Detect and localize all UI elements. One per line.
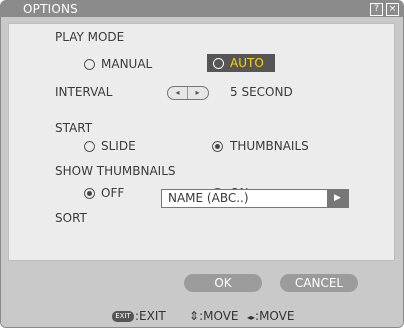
exit-key-icon: EXIT bbox=[112, 311, 134, 322]
title-bar: OPTIONS ? × bbox=[1, 1, 403, 17]
close-button[interactable]: × bbox=[386, 3, 399, 16]
interval-stepper[interactable]: ◂ ▸ bbox=[167, 86, 209, 100]
leftright-arrow-icon: ◂▸ bbox=[247, 313, 256, 322]
exit-hint-text: :EXIT bbox=[135, 309, 166, 323]
manual-label: MANUAL bbox=[101, 57, 153, 71]
interval-decrease-icon[interactable]: ◂ bbox=[168, 87, 188, 99]
interval-increase-icon[interactable]: ▸ bbox=[188, 87, 207, 99]
off-radio[interactable] bbox=[84, 188, 95, 199]
sort-label: SORT bbox=[55, 211, 87, 225]
interval-value: 5 SECOND bbox=[230, 85, 293, 99]
updown-arrow-icon: ⇕ bbox=[189, 309, 200, 323]
help-button[interactable]: ? bbox=[370, 3, 383, 16]
status-bar: EXIT:EXIT ⇕:MOVE ◂▸:MOVE bbox=[1, 305, 403, 327]
thumbnails-radio[interactable] bbox=[212, 141, 223, 152]
start-label: START bbox=[55, 121, 93, 135]
slide-radio[interactable] bbox=[84, 141, 95, 152]
manual-radio[interactable] bbox=[84, 59, 95, 70]
play-mode-auto-option[interactable]: AUTO bbox=[207, 54, 275, 72]
move-vertical-hint: ⇕:MOVE bbox=[189, 309, 238, 323]
sort-value: NAME (ABC..) bbox=[168, 191, 249, 205]
sort-select[interactable]: NAME (ABC..) ▶ bbox=[161, 189, 349, 208]
play-mode-label: PLAY MODE bbox=[55, 30, 125, 44]
window-title: OPTIONS bbox=[23, 2, 78, 16]
auto-radio[interactable] bbox=[213, 58, 224, 69]
auto-label: AUTO bbox=[230, 56, 264, 70]
move-vertical-text: :MOVE bbox=[199, 309, 239, 323]
slide-label: SLIDE bbox=[101, 139, 136, 153]
exit-hint: EXIT:EXIT bbox=[112, 309, 166, 323]
cancel-button[interactable]: CANCEL bbox=[280, 274, 358, 292]
sort-arrow-icon[interactable]: ▶ bbox=[327, 190, 348, 207]
off-label: OFF bbox=[101, 186, 125, 200]
interval-label: INTERVAL bbox=[55, 85, 113, 99]
options-dialog: OPTIONS ? × PLAY MODE MANUAL AUTO INTERV… bbox=[0, 0, 404, 328]
options-panel: PLAY MODE MANUAL AUTO INTERVAL ◂ ▸ 5 SEC… bbox=[8, 23, 395, 261]
show-thumbnails-label: SHOW THUMBNAILS bbox=[55, 164, 176, 178]
ok-button[interactable]: OK bbox=[184, 274, 262, 292]
thumbnails-label: THUMBNAILS bbox=[230, 139, 309, 153]
move-horizontal-hint: ◂▸:MOVE bbox=[247, 309, 294, 325]
move-horizontal-text: :MOVE bbox=[255, 309, 295, 323]
